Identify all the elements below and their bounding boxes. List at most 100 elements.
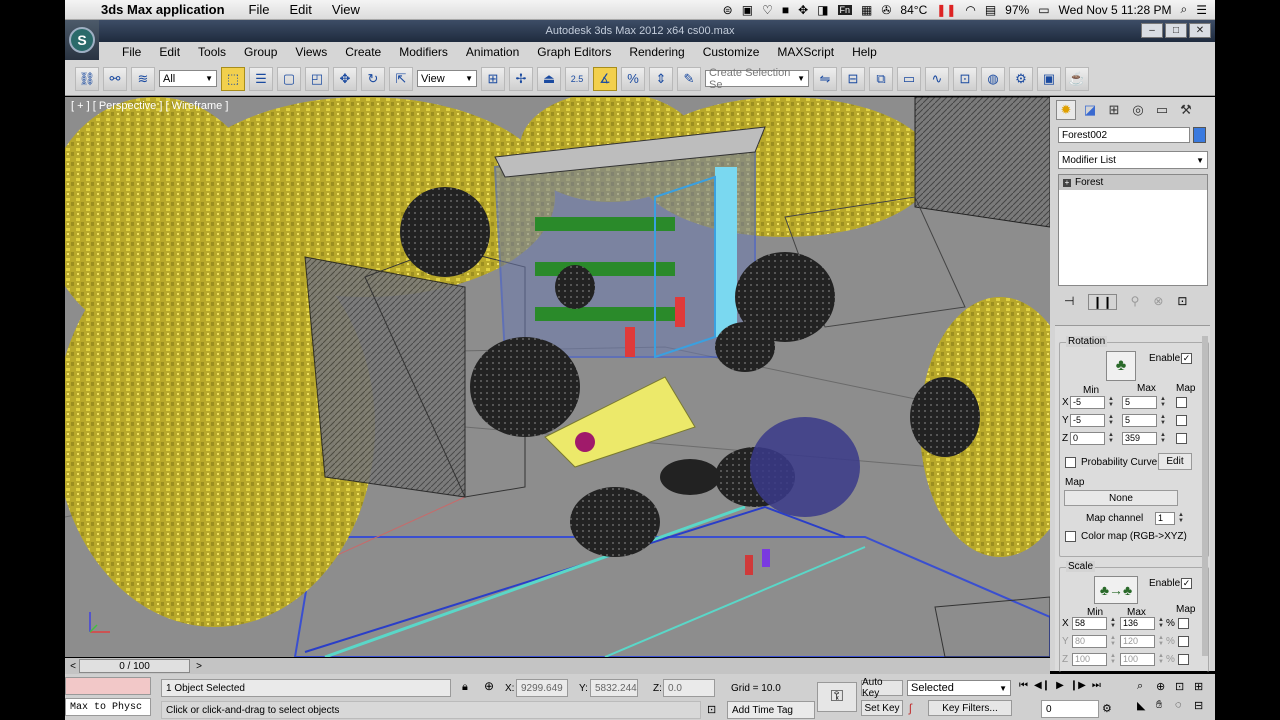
percent-snap-icon[interactable]: % bbox=[621, 66, 645, 91]
menu-modifiers[interactable]: Modifiers bbox=[390, 45, 457, 59]
spinner-icon[interactable]: ▲ ▼ bbox=[1109, 617, 1117, 630]
spinner-icon[interactable]: ▲ ▼ bbox=[1107, 396, 1115, 409]
scale-x-max[interactable]: 136 bbox=[1120, 617, 1155, 630]
map-channel-field[interactable]: 1 bbox=[1155, 512, 1175, 525]
link-icon[interactable]: ⛓ bbox=[75, 66, 99, 91]
battery-icon[interactable]: ▭ bbox=[1038, 3, 1049, 17]
rendered-frame-icon[interactable]: ▣ bbox=[1037, 66, 1061, 91]
mac-menu-view[interactable]: View bbox=[322, 2, 370, 17]
scale-y-min[interactable]: 80 bbox=[1072, 635, 1107, 648]
window-crossing-icon[interactable]: ◰ bbox=[305, 66, 329, 91]
parallels-icon[interactable]: ❚❚ bbox=[936, 3, 956, 17]
display-tab-icon[interactable]: ▭ bbox=[1152, 100, 1172, 120]
spotlight-icon[interactable]: ⌕ bbox=[1181, 2, 1188, 17]
scale-y-map-checkbox[interactable] bbox=[1178, 636, 1189, 647]
rotation-y-min[interactable]: -5 bbox=[1070, 414, 1105, 427]
manipulate-icon[interactable]: ✢ bbox=[509, 66, 533, 91]
menu-maxscript[interactable]: MAXScript bbox=[768, 45, 843, 59]
menu-animation[interactable]: Animation bbox=[457, 45, 528, 59]
spinner-icon[interactable]: ▲ ▼ bbox=[1159, 396, 1167, 409]
mac-menu-edit[interactable]: Edit bbox=[280, 2, 322, 17]
zoom-icon[interactable]: ⌕ bbox=[1137, 680, 1156, 693]
go-to-start-icon[interactable]: ⏮ bbox=[1019, 680, 1028, 691]
next-frame-icon[interactable]: ❙▶ bbox=[1070, 680, 1086, 691]
named-selection-set-field[interactable]: Create Selection Se ▼ bbox=[705, 67, 809, 91]
temperature[interactable]: 84°C bbox=[900, 3, 927, 17]
stack-item-forest[interactable]: + Forest bbox=[1059, 175, 1207, 190]
scale-enable-checkbox[interactable]: ✓ bbox=[1181, 578, 1192, 589]
set-key-button[interactable]: Set Key bbox=[861, 700, 903, 716]
previous-frame-icon[interactable]: ◀❙ bbox=[1034, 680, 1050, 691]
edit-button[interactable]: Edit bbox=[1158, 453, 1192, 470]
coord-y-field[interactable]: 5832.244 bbox=[590, 679, 638, 697]
viewport-label[interactable]: [ + ] [ Perspective ] [ Wireframe ] bbox=[71, 100, 228, 112]
field-of-view-icon[interactable]: ◣ bbox=[1137, 699, 1156, 712]
close-button[interactable]: ✕ bbox=[1189, 23, 1211, 38]
spinner-icon[interactable]: ▲ ▼ bbox=[1159, 432, 1167, 445]
motion-tab-icon[interactable]: ◎ bbox=[1128, 100, 1148, 120]
modify-tab-icon[interactable]: ◪ bbox=[1080, 100, 1100, 120]
rotation-title[interactable]: Rotation bbox=[1066, 336, 1108, 347]
object-color-swatch[interactable] bbox=[1193, 127, 1206, 143]
key-icon[interactable]: ⚿ bbox=[817, 682, 857, 712]
clock[interactable]: Wed Nov 5 11:28 PM bbox=[1059, 3, 1172, 17]
maximize-viewport-icon[interactable]: ⊟ bbox=[1194, 699, 1213, 712]
scale-x-map-checkbox[interactable] bbox=[1178, 618, 1189, 629]
spinner-icon[interactable]: ▲ ▼ bbox=[1157, 635, 1165, 648]
heart-icon[interactable]: ♡ bbox=[762, 3, 773, 17]
auto-key-button[interactable]: Auto Key bbox=[861, 677, 903, 699]
scale-z-min[interactable]: 100 bbox=[1072, 653, 1107, 666]
schematic-view-icon[interactable]: ⊡ bbox=[953, 66, 977, 91]
object-name-field[interactable]: Forest002 bbox=[1058, 127, 1190, 143]
create-tab-icon[interactable]: ✹ bbox=[1056, 100, 1076, 120]
modifier-list-dropdown[interactable]: Modifier List ▼ bbox=[1058, 151, 1208, 169]
material-editor-icon[interactable]: ◍ bbox=[981, 66, 1005, 91]
curve-editor-icon[interactable]: ∿ bbox=[925, 66, 949, 91]
menu-tools[interactable]: Tools bbox=[189, 45, 235, 59]
default-in-out-tangent-icon[interactable]: ʃ bbox=[909, 701, 912, 715]
show-end-result-icon[interactable]: ❙❙ bbox=[1088, 294, 1117, 310]
reference-coord-dropdown[interactable]: View ▼ bbox=[417, 70, 477, 87]
time-next-button[interactable]: > bbox=[193, 660, 205, 672]
spinner-icon[interactable]: ▲ ▼ bbox=[1157, 653, 1165, 666]
time-prev-button[interactable]: < bbox=[67, 660, 79, 672]
rotate-icon[interactable]: ↻ bbox=[361, 66, 385, 91]
grid-icon[interactable]: ▦ bbox=[861, 3, 872, 17]
wifi-icon[interactable]: ◠ bbox=[965, 3, 975, 17]
map-none-button[interactable]: None bbox=[1064, 490, 1178, 506]
selection-filter-dropdown[interactable]: All ▼ bbox=[159, 70, 217, 87]
spinner-icon[interactable]: ▲ ▼ bbox=[1159, 414, 1167, 427]
angle-snap-icon[interactable]: ∡ bbox=[593, 66, 617, 91]
menu-rendering[interactable]: Rendering bbox=[620, 45, 693, 59]
mac-menu-file[interactable]: File bbox=[239, 2, 280, 17]
configure-sets-icon[interactable]: ⊡ bbox=[1177, 294, 1187, 310]
spinner-icon[interactable]: ▲ ▼ bbox=[1107, 414, 1115, 427]
unlink-icon[interactable]: ⚯ bbox=[103, 66, 127, 91]
rotation-y-map-checkbox[interactable] bbox=[1176, 415, 1187, 426]
menu-views[interactable]: Views bbox=[286, 45, 336, 59]
play-icon[interactable]: ▶ bbox=[1056, 680, 1064, 691]
mirror-icon[interactable]: ⇋ bbox=[813, 66, 837, 91]
time-slider[interactable]: 0 / 100 bbox=[79, 659, 190, 673]
battery-percent[interactable]: 97% bbox=[1005, 3, 1029, 17]
bind-spacewarp-icon[interactable]: ≋ bbox=[131, 66, 155, 91]
keyboard-shortcut-icon[interactable]: ⏏ bbox=[537, 66, 561, 91]
scale-z-map-checkbox[interactable] bbox=[1178, 654, 1189, 665]
maxscript-listener-top[interactable] bbox=[65, 677, 151, 695]
select-by-name-icon[interactable]: ☰ bbox=[249, 66, 273, 91]
current-frame-field[interactable]: 0 bbox=[1041, 700, 1099, 718]
scale-title[interactable]: Scale bbox=[1066, 561, 1096, 572]
zoom-extents-icon[interactable]: ⊡ bbox=[1175, 680, 1194, 693]
time-tag-icon[interactable]: ⊡ bbox=[707, 703, 716, 716]
menu-help[interactable]: Help bbox=[843, 45, 886, 59]
key-mode-dropdown[interactable]: Selected ▼ bbox=[907, 680, 1011, 696]
clipboard-icon[interactable]: ▣ bbox=[742, 3, 753, 17]
spinner-icon[interactable]: ▲ ▼ bbox=[1177, 512, 1185, 525]
pin-stack-icon[interactable]: ⊣ bbox=[1064, 294, 1074, 310]
zoom-all-icon[interactable]: ⊕ bbox=[1156, 680, 1175, 693]
flag-icon[interactable]: ▤ bbox=[985, 3, 996, 17]
app-name[interactable]: 3ds Max application bbox=[93, 2, 239, 17]
pan-icon[interactable]: ✋︎ bbox=[1156, 699, 1175, 712]
scale-y-max[interactable]: 120 bbox=[1120, 635, 1155, 648]
app-logo-button[interactable]: S bbox=[65, 20, 99, 60]
